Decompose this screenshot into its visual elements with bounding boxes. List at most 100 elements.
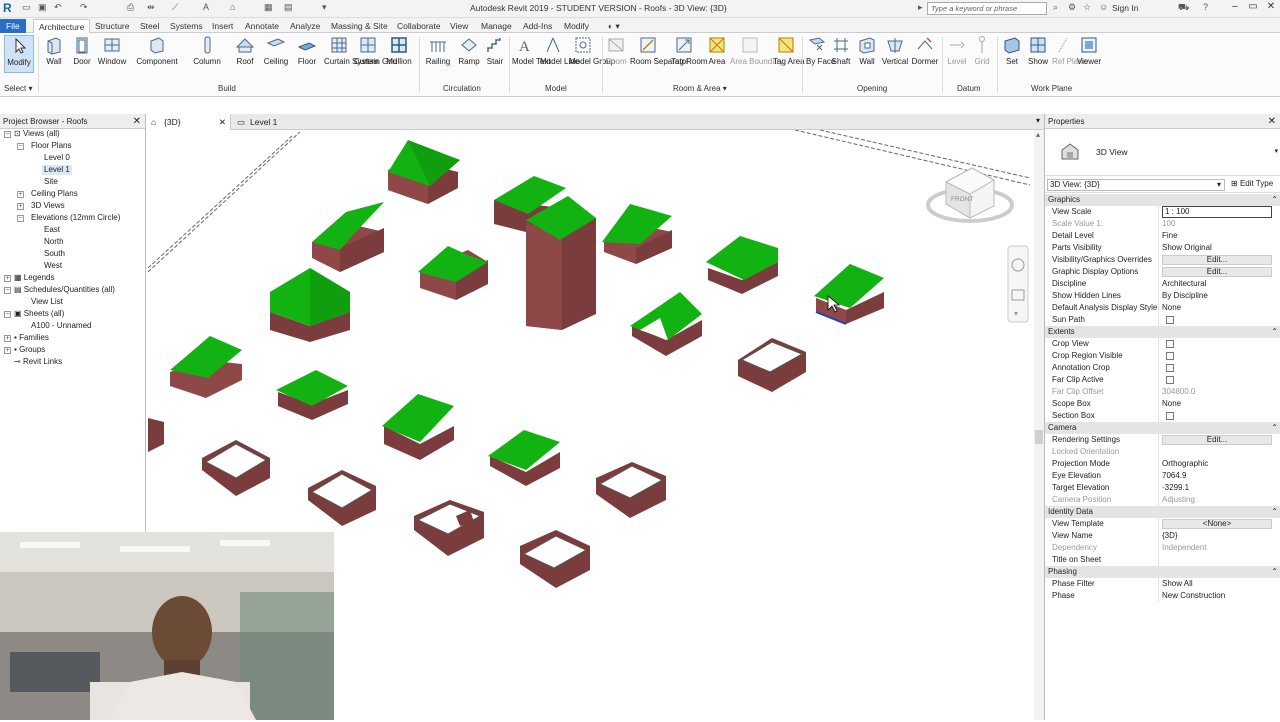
help-icon[interactable]: ?: [1203, 2, 1208, 12]
scroll-thumb[interactable]: [1035, 430, 1043, 444]
expand-icon[interactable]: +: [4, 335, 11, 342]
building-hip-cutout[interactable]: [630, 292, 702, 356]
measure-icon[interactable]: ⇹: [147, 2, 157, 15]
tree-east[interactable]: East: [44, 225, 60, 235]
vertical-button[interactable]: Vertical: [880, 35, 910, 66]
type-selector[interactable]: 3D View ▾: [1045, 129, 1280, 176]
ramp-button[interactable]: Ramp: [457, 35, 481, 66]
building-hip-roof[interactable]: [276, 370, 348, 420]
dimension-icon[interactable]: ⟋: [172, 2, 182, 15]
tree-south[interactable]: South: [44, 249, 65, 259]
minimize-button[interactable]: –: [1226, 1, 1244, 16]
tab-systems[interactable]: Systems: [170, 19, 203, 33]
prop-view-name[interactable]: View Name {3D}: [1045, 530, 1280, 542]
prop-scope-box[interactable]: Scope Box None: [1045, 398, 1280, 410]
viewcube[interactable]: FRONT: [926, 167, 1014, 223]
tree-views-all[interactable]: ⊡ Views (all): [14, 129, 60, 139]
building-open-box[interactable]: [520, 530, 590, 588]
category-graphics[interactable]: Graphics ⌃: [1045, 194, 1280, 206]
wall-opening-button[interactable]: Wall: [856, 35, 878, 66]
modify-button[interactable]: Modify: [4, 35, 34, 73]
model-text-button[interactable]: A Model Text: [512, 35, 551, 66]
building-hip-roof[interactable]: [706, 236, 778, 294]
set-button[interactable]: Set: [1001, 35, 1023, 66]
save-icon[interactable]: ▣: [38, 2, 48, 15]
tab-add-ins[interactable]: Add-Ins: [523, 19, 552, 33]
shaft-button[interactable]: Shaft: [830, 35, 852, 66]
area-boundary-button[interactable]: Area Boundary: [730, 35, 783, 66]
building-gable-roof[interactable]: [388, 140, 460, 204]
tree-elevations[interactable]: Elevations (12mm Circle): [31, 213, 120, 223]
user-icon[interactable]: ☺: [1099, 2, 1108, 12]
dormer-button[interactable]: Dormer: [911, 35, 939, 66]
tab-steel[interactable]: Steel: [140, 19, 159, 33]
building-open-box[interactable]: [414, 500, 484, 556]
building-partial[interactable]: [148, 418, 164, 452]
window-button[interactable]: Window: [96, 35, 128, 66]
tag-room-button[interactable]: Tag Room: [671, 35, 707, 66]
collapse-icon[interactable]: −: [4, 311, 11, 318]
thin-lines-icon[interactable]: ▦: [264, 2, 274, 15]
ceiling-button[interactable]: Ceiling: [262, 35, 290, 66]
subscription-icon[interactable]: ⚙: [1068, 2, 1076, 13]
tree-ceiling-plans[interactable]: Ceiling Plans: [31, 189, 78, 199]
close-icon[interactable]: ✕: [1268, 114, 1276, 129]
building-open-box[interactable]: [308, 470, 376, 526]
tag-area-button[interactable]: Tag Area: [773, 35, 805, 66]
tree-view-list[interactable]: View List: [31, 297, 63, 307]
gdo-edit-button[interactable]: Edit...: [1162, 267, 1272, 277]
building-open-box[interactable]: [596, 462, 666, 518]
maximize-button[interactable]: ▭: [1244, 1, 1262, 16]
floor-button[interactable]: Floor: [296, 35, 318, 66]
tree-floor-plans[interactable]: Floor Plans: [31, 141, 71, 151]
view-template-button[interactable]: <None>: [1162, 519, 1272, 529]
prop-phase[interactable]: Phase New Construction: [1045, 590, 1280, 602]
category-phasing[interactable]: Phasing ⌃: [1045, 566, 1280, 578]
rendering-edit-button[interactable]: Edit...: [1162, 435, 1272, 445]
building-gable-roof[interactable]: [170, 336, 242, 398]
tab-analyze[interactable]: Analyze: [290, 19, 320, 33]
customize-qat-icon[interactable]: ▾: [322, 2, 332, 15]
select-group-label[interactable]: Select ▾: [4, 84, 32, 93]
expand-arrow-icon[interactable]: ▸: [918, 2, 923, 13]
wall-button[interactable]: Wall: [44, 35, 64, 66]
prop-target-elevation[interactable]: Target Elevation -3299.1: [1045, 482, 1280, 494]
building-pyramid-roof[interactable]: [270, 268, 350, 342]
prop-parts-visibility[interactable]: Parts Visibility Show Original: [1045, 242, 1280, 254]
tab-modify[interactable]: Modify: [564, 19, 589, 33]
view-scale-input[interactable]: 1 : 100: [1162, 206, 1272, 218]
select-dropdown[interactable]: Select: [4, 84, 26, 93]
room-button[interactable]: Room: [604, 35, 628, 66]
room-separator-button[interactable]: Room Separator: [630, 35, 689, 66]
tab-insert[interactable]: Insert: [212, 19, 233, 33]
grid-button[interactable]: Grid: [971, 35, 993, 66]
by-face-button[interactable]: By Face: [806, 35, 835, 66]
tree-legends[interactable]: ▦ Legends: [14, 273, 54, 283]
building-tower[interactable]: [494, 176, 596, 330]
expand-icon[interactable]: +: [17, 191, 24, 198]
prop-phase-filter[interactable]: Phase Filter Show All: [1045, 578, 1280, 590]
section-box-checkbox[interactable]: [1166, 412, 1174, 420]
close-tab-icon[interactable]: ✕: [219, 114, 226, 130]
collapse-icon[interactable]: −: [4, 287, 11, 294]
far-clip-checkbox[interactable]: [1166, 376, 1174, 384]
building-gable-roof[interactable]: [312, 202, 384, 272]
expand-icon[interactable]: +: [17, 203, 24, 210]
tab-manage[interactable]: Manage: [481, 19, 512, 33]
tree-a100[interactable]: A100 - Unnamed: [31, 321, 91, 331]
tab-view[interactable]: View: [450, 19, 468, 33]
tab-3d-view[interactable]: {3D} ⌂ ✕: [146, 114, 231, 130]
building-selected[interactable]: [814, 264, 884, 325]
tab-architecture[interactable]: Architecture: [33, 19, 91, 33]
model-line-button[interactable]: Model Line: [540, 35, 579, 66]
tab-level-1[interactable]: Level 1 ▭: [232, 114, 322, 130]
roof-button[interactable]: Roof: [234, 35, 256, 66]
close-hidden-icon[interactable]: ▤: [284, 2, 294, 15]
tree-sheets[interactable]: ▣ Sheets (all): [14, 309, 64, 319]
model-group-button[interactable]: Model Group: [569, 35, 615, 66]
room-area-dropdown[interactable]: Room & Area: [673, 84, 721, 93]
cart-icon[interactable]: ⛟: [1178, 2, 1189, 14]
tree-revit-links[interactable]: ⊸ Revit Links: [14, 357, 62, 367]
building-gable-roof[interactable]: [382, 394, 454, 460]
contextual-tab-icon[interactable]: ◐ ▾: [608, 19, 620, 33]
